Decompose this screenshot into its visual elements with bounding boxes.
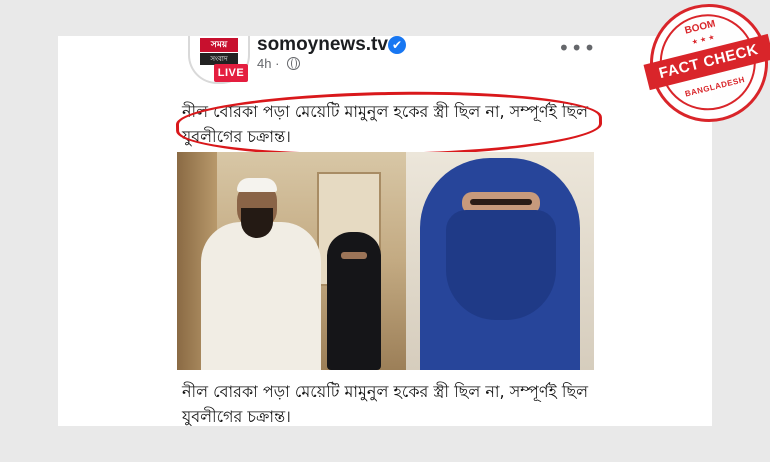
post-photo[interactable] — [177, 152, 594, 370]
man-cap — [237, 178, 277, 192]
man-figure — [201, 222, 321, 370]
more-options-icon[interactable]: ••• — [558, 36, 596, 60]
post-meta: 4h · — [257, 56, 301, 71]
logo-text: সময় — [200, 38, 238, 52]
post-screenshot: সময় সংবাদ LIVE somoynews.tv ✔ 4h · ••• … — [58, 36, 712, 426]
woman-eyes — [341, 252, 367, 259]
page-name-link[interactable]: somoynews.tv — [257, 36, 388, 56]
verified-icon: ✔ — [388, 36, 406, 54]
live-badge: LIVE — [214, 64, 248, 82]
photo-left-panel — [177, 152, 406, 370]
post-time[interactable]: 4h — [257, 56, 271, 71]
photo-right-panel — [406, 152, 594, 370]
meta-separator: · — [275, 56, 280, 71]
photo-caption: নীল বোরকা পড়া মেয়েটি মামুনুল হকের স্ত্… — [182, 382, 589, 426]
globe-icon — [287, 57, 301, 70]
woman-eyes-right — [470, 199, 532, 205]
blue-veil — [446, 210, 556, 320]
